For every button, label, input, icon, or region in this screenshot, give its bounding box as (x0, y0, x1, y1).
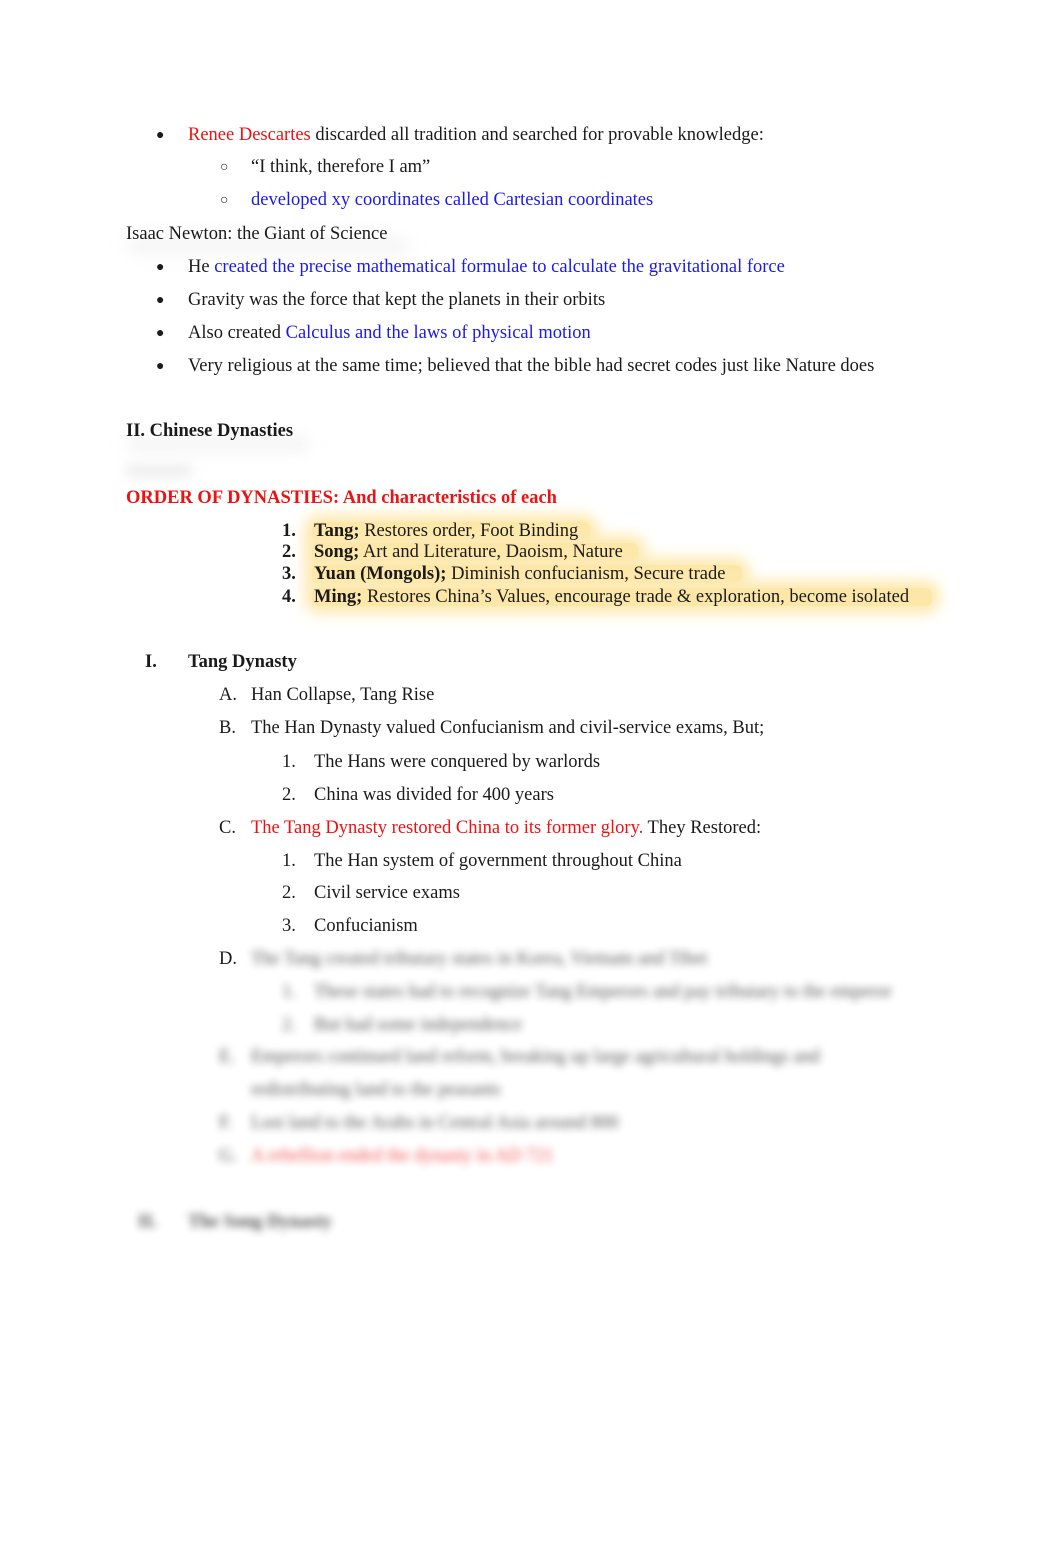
newton-bullet-1: He created the precise mathematical form… (188, 256, 785, 278)
outline-number: 1. (282, 752, 296, 772)
tang-item-c-1: The Han system of government throughout … (314, 851, 682, 871)
tang-item-d-2: But had some independence (314, 1015, 523, 1035)
dynasty-name: Yuan (Mongols); (314, 564, 447, 584)
tang-item-b: The Han Dynasty valued Confucianism and … (251, 718, 765, 738)
newton-bullet-1-plain: He (188, 257, 215, 277)
dynasty-name: Tang; (314, 521, 360, 541)
tang-item-c-red: The Tang Dynasty restored China to its f… (251, 818, 644, 838)
outline-letter: D. (219, 949, 237, 969)
outline-numeral: I. (145, 652, 157, 672)
dynasty-item-yuan: Yuan (Mongols); Diminish confucianism, S… (314, 563, 725, 585)
circle-marker: ○ (220, 193, 229, 208)
redacted-text (126, 466, 192, 476)
outline-letter: E. (219, 1047, 235, 1067)
tang-item-c-2: Civil service exams (314, 883, 460, 903)
tang-item-b-1: The Hans were conquered by warlords (314, 752, 601, 772)
tang-item-a: Han Collapse, Tang Rise (251, 685, 435, 705)
dynasty-desc: Art and Literature, Daoism, Nature (359, 542, 623, 562)
dynasty-name: Song; (314, 542, 360, 562)
tang-item-d: The Tang created tributary states in Kor… (251, 949, 708, 969)
descartes-sub-1: “I think, therefore I am” (251, 157, 431, 177)
newton-bullet-1-highlight: created the precise mathematical formula… (214, 257, 785, 277)
outline-letter: B. (219, 718, 236, 738)
order-heading: ORDER OF DYNASTIES: And characteristics … (126, 488, 557, 508)
newton-bullet-4: Very religious at the same time; believe… (188, 356, 875, 376)
descartes-sub-2: developed xy coordinates called Cartesia… (251, 190, 654, 210)
tang-item-e-cont: redistributing land to the peasants (251, 1080, 501, 1100)
tang-item-c-3: Confucianism (314, 916, 418, 936)
dynasty-desc: Diminish confucianism, Secure trade (446, 564, 726, 584)
descartes-name: Renee Descartes (188, 125, 311, 145)
tang-item-c-text: They Restored: (643, 818, 762, 838)
dynasty-number: 3. (282, 564, 296, 584)
newton-heading: Isaac Newton: the Giant of Science (126, 224, 388, 244)
outline-number: 1. (282, 851, 296, 871)
tang-dynasty-heading: Tang Dynasty (188, 652, 297, 672)
bullet-marker: ● (156, 326, 165, 341)
outline-letter: F. (219, 1113, 233, 1133)
outline-number: 2. (282, 1015, 296, 1035)
dynasty-item-tang: Tang; Restores order, Foot Binding (314, 520, 578, 542)
tang-item-f: Lost land to the Arabs in Central Asia a… (251, 1113, 619, 1133)
newton-bullet-3-highlight: Calculus and the laws of physical motion (285, 323, 591, 343)
outline-number: 2. (282, 883, 296, 903)
outline-letter: G. (219, 1146, 237, 1166)
dynasty-desc: Restores China’s Values, encourage trade… (362, 587, 910, 607)
dynasty-number: 4. (282, 587, 296, 607)
dynasty-desc: Restores order, Foot Binding (359, 521, 579, 541)
dynasty-number: 1. (282, 521, 296, 541)
dynasty-item-song: Song; Art and Literature, Daoism, Nature (314, 541, 623, 563)
outline-number: 1. (282, 982, 296, 1002)
outline-number: 3. (282, 916, 296, 936)
bullet-marker: ● (156, 128, 165, 143)
dynasty-item-ming: Ming; Restores China’s Values, encourage… (314, 586, 909, 608)
newton-bullet-2: Gravity was the force that kept the plan… (188, 290, 606, 310)
newton-bullet-3: Also created Calculus and the laws of ph… (188, 322, 591, 344)
newton-bullet-3-plain: Also created (188, 323, 286, 343)
tang-item-b-2: China was divided for 400 years (314, 785, 554, 805)
tang-item-d-1: These states had to recognize Tang Emper… (314, 982, 892, 1002)
circle-marker: ○ (220, 160, 229, 175)
tang-item-e: Emperors continued land reform, breaking… (251, 1047, 820, 1067)
dynasty-name: Ming; (314, 587, 363, 607)
section-heading-chinese-dynasties: II. Chinese Dynasties (126, 421, 294, 441)
tang-item-g: A rebellion ended the dynasty in AD 721 (251, 1146, 554, 1166)
bullet-marker: ● (156, 260, 165, 275)
bullet-marker: ● (156, 293, 165, 308)
song-dynasty-heading: The Song Dynasty (188, 1212, 332, 1232)
outline-numeral: II. (138, 1212, 158, 1232)
descartes-line: Renee Descartes discarded all tradition … (188, 124, 764, 146)
outline-letter: A. (219, 685, 237, 705)
tang-item-c: The Tang Dynasty restored China to its f… (251, 817, 761, 839)
outline-number: 2. (282, 785, 296, 805)
dynasty-number: 2. (282, 542, 296, 562)
outline-letter: C. (219, 818, 236, 838)
descartes-text: discarded all tradition and searched for… (310, 125, 764, 145)
bullet-marker: ● (156, 359, 165, 374)
